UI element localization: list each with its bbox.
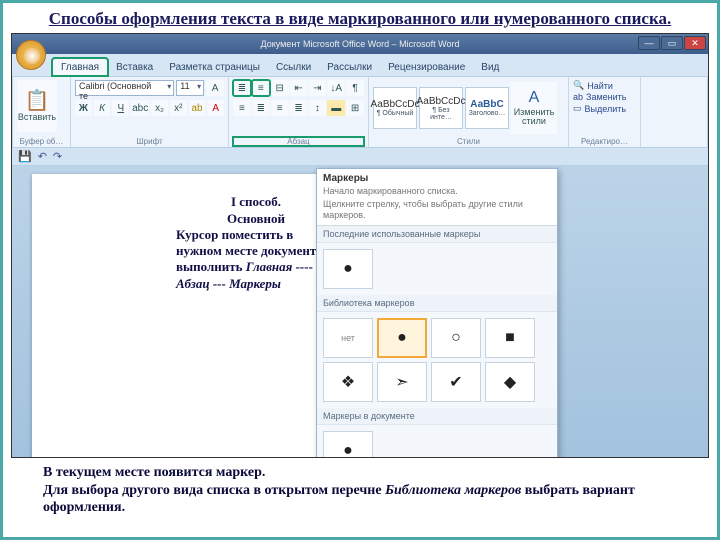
ribbon: 📋 Вставить Буфер об… Calibri (Основной т… [12,76,708,148]
document-area: I способ. Основной Курсор поместить в ну… [12,166,708,457]
styles-icon: A [529,90,540,106]
marker-recent-disc[interactable]: ● [323,249,373,289]
change-styles-button[interactable]: A Изменить стили [511,82,557,134]
line-spacing-button[interactable]: ↕ [308,100,326,116]
marker-arrow[interactable]: ➣ [377,362,427,402]
bullets-button[interactable]: ≣ [233,80,251,96]
marker-disc[interactable]: ● [377,318,427,358]
popup-section-recent: Последние использованные маркеры [317,226,557,243]
slide-bottom-text: В текущем месте появится маркер. Для выб… [3,458,717,517]
marker-diamond[interactable]: ◆ [485,362,535,402]
popup-section-doc: Маркеры в документе [317,408,557,425]
clipboard-icon: 📋 [25,91,50,111]
subscript-button[interactable]: x₂ [151,100,168,116]
indent-dec-button[interactable]: ⇤ [290,80,308,96]
popup-section-library: Библиотека маркеров [317,295,557,312]
popup-desc1: Начало маркированного списка. [323,186,551,197]
group-styles-label: Стили [373,136,564,146]
document-text: I способ. Основной Курсор поместить в ну… [176,194,336,292]
align-right-button[interactable]: ≡ [271,100,289,116]
sort-button[interactable]: ↓A [327,80,345,96]
underline-button[interactable]: Ч [112,100,129,116]
strike-button[interactable]: abc [131,100,149,116]
group-clipboard-label: Буфер об… [17,136,66,146]
save-icon[interactable]: 💾 [18,150,32,163]
grow-font-button[interactable]: A [206,80,224,96]
tab-layout[interactable]: Разметка страницы [161,59,268,76]
marker-circle[interactable]: ○ [431,318,481,358]
group-font-label: Шрифт [75,136,224,146]
select-button[interactable]: ▭Выделить [573,103,636,114]
justify-button[interactable]: ≣ [290,100,308,116]
marker-check[interactable]: ✔ [431,362,481,402]
redo-icon[interactable]: ↷ [53,150,62,163]
popup-desc2: Щелкните стрелку, чтобы выбрать другие с… [323,199,551,221]
style-normal[interactable]: АаВbСсDc¶ Обычный [373,87,417,129]
numbering-button[interactable]: ≡ [252,80,270,96]
bold-button[interactable]: Ж [75,100,92,116]
tab-home[interactable]: Главная [52,58,108,76]
font-size-combo[interactable]: 11 [176,80,204,96]
marker-square[interactable]: ■ [485,318,535,358]
window-titlebar: Документ Microsoft Office Word – Microso… [12,34,708,54]
find-button[interactable]: 🔍Найти [573,80,636,91]
word-window: Документ Microsoft Office Word – Microso… [11,33,709,458]
close-button[interactable]: ✕ [684,36,706,50]
tab-mailings[interactable]: Рассылки [319,59,380,76]
ribbon-tabs: Главная Вставка Разметка страницы Ссылки… [12,54,708,76]
indent-inc-button[interactable]: ⇥ [308,80,326,96]
tab-review[interactable]: Рецензирование [380,59,473,76]
office-button[interactable] [16,40,46,70]
marker-none[interactable]: нет [323,318,373,358]
maximize-button[interactable]: ▭ [661,36,683,50]
paste-button[interactable]: 📋 Вставить [17,80,57,132]
style-heading[interactable]: АаBbСЗаголово… [465,87,509,129]
tab-references[interactable]: Ссылки [268,59,319,76]
find-icon: 🔍 [573,80,584,91]
marker-doc-disc[interactable]: ● [323,431,373,458]
superscript-button[interactable]: x² [170,100,187,116]
paste-label: Вставить [18,113,56,122]
quick-access-toolbar: 💾 ↶ ↷ [12,148,708,166]
group-paragraph-label: Абзац [233,137,364,146]
minimize-button[interactable]: — [638,36,660,50]
italic-button[interactable]: К [94,100,111,116]
align-center-button[interactable]: ≣ [252,100,270,116]
undo-icon[interactable]: ↶ [38,150,47,163]
tab-view[interactable]: Вид [473,59,507,76]
slide-title: Способы оформления текста в виде маркиро… [3,3,717,31]
shading-button[interactable]: ▬ [327,100,345,116]
font-color-button[interactable]: A [207,100,224,116]
multilevel-button[interactable]: ⊟ [271,80,289,96]
style-nospacing[interactable]: АаВbСсDc¶ Без инте… [419,87,463,129]
tab-insert[interactable]: Вставка [108,59,161,76]
marker-4diamond[interactable]: ❖ [323,362,373,402]
replace-button[interactable]: abЗаменить [573,92,636,102]
group-editing-label: Редактиро… [573,136,636,146]
bullets-popup: Маркеры Начало маркированного списка. Ще… [316,168,558,457]
popup-title: Маркеры [323,173,551,184]
highlight-button[interactable]: ab [189,100,206,116]
align-left-button[interactable]: ≡ [233,100,251,116]
show-marks-button[interactable]: ¶ [346,80,364,96]
replace-icon: ab [573,92,583,102]
font-name-combo[interactable]: Calibri (Основной те [75,80,174,96]
borders-button[interactable]: ⊞ [346,100,364,116]
select-icon: ▭ [573,103,582,114]
window-title: Документ Microsoft Office Word – Microso… [261,39,460,49]
